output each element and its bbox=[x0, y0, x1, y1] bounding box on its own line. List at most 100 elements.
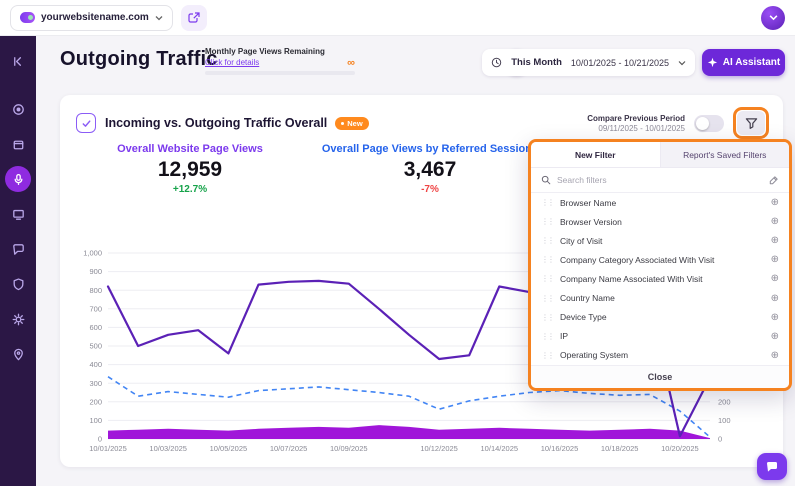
microphone-icon bbox=[11, 172, 26, 187]
quota-details-link[interactable]: Click for details bbox=[205, 58, 259, 67]
tab-saved-filters[interactable]: Report's Saved Filters bbox=[661, 142, 790, 167]
filter-item-country-name[interactable]: ⋮⋮Country Name⊕ bbox=[531, 289, 789, 308]
svg-text:10/14/2025: 10/14/2025 bbox=[481, 444, 519, 453]
page-title: Outgoing Traffic bbox=[60, 48, 218, 71]
sidebar-item-traffic-active[interactable] bbox=[5, 166, 31, 192]
drag-handle-icon[interactable]: ⋮⋮ bbox=[541, 236, 553, 245]
filter-item-company-name[interactable]: ⋮⋮Company Name Associated With Visit⊕ bbox=[531, 269, 789, 288]
filter-item-city-of-visit[interactable]: ⋮⋮City of Visit⊕ bbox=[531, 231, 789, 250]
drag-handle-icon[interactable]: ⋮⋮ bbox=[541, 274, 553, 283]
svg-text:400: 400 bbox=[89, 360, 102, 369]
stat-label: Overall Page Views by Referred Sessions bbox=[320, 143, 540, 155]
drag-handle-icon[interactable]: ⋮⋮ bbox=[541, 198, 553, 207]
svg-text:10/07/2025: 10/07/2025 bbox=[270, 444, 308, 453]
add-filter-icon[interactable]: ⊕ bbox=[771, 350, 779, 361]
filter-item-device-type[interactable]: ⋮⋮Device Type⊕ bbox=[531, 308, 789, 327]
stat-delta: +12.7% bbox=[60, 184, 320, 195]
stat-value: 3,467 bbox=[320, 158, 540, 182]
filter-item-company-category[interactable]: ⋮⋮Company Category Associated With Visit… bbox=[531, 250, 789, 269]
quota-widget: Monthly Page Views Remaining Click for d… bbox=[205, 47, 355, 75]
add-filter-icon[interactable]: ⊕ bbox=[771, 331, 779, 342]
sidebar bbox=[0, 36, 36, 486]
add-filter-icon[interactable]: ⊕ bbox=[771, 312, 779, 323]
search-filters-input[interactable] bbox=[557, 175, 762, 185]
chat-widget-button[interactable] bbox=[757, 453, 787, 480]
filter-tabs: New Filter Report's Saved Filters bbox=[531, 142, 789, 168]
add-filter-icon[interactable]: ⊕ bbox=[771, 254, 779, 265]
date-range-picker[interactable]: This Month 10/01/2025 - 10/21/2025 bbox=[482, 49, 695, 76]
svg-text:800: 800 bbox=[89, 286, 102, 295]
sidebar-item-chat[interactable] bbox=[5, 236, 31, 262]
compare-toggle[interactable] bbox=[694, 115, 724, 132]
monitor-icon bbox=[11, 207, 26, 222]
drag-handle-icon[interactable]: ⋮⋮ bbox=[541, 217, 553, 226]
gear-icon bbox=[11, 312, 26, 327]
chat-bubble-icon bbox=[765, 460, 779, 474]
sidebar-item-location[interactable] bbox=[5, 341, 31, 367]
filter-item-ip[interactable]: ⋮⋮IP⊕ bbox=[531, 327, 789, 346]
card-header: Incoming vs. Outgoing Traffic Overall Ne… bbox=[60, 95, 783, 139]
check-square-icon bbox=[76, 113, 96, 133]
map-pin-icon bbox=[11, 347, 26, 362]
sidebar-item-products[interactable] bbox=[5, 131, 31, 157]
add-filter-icon[interactable]: ⊕ bbox=[771, 235, 779, 246]
app-root: yourwebsitename.com Outgoing Traffic Mon… bbox=[0, 0, 795, 486]
add-filter-icon[interactable]: ⊕ bbox=[771, 197, 779, 208]
svg-text:0: 0 bbox=[98, 435, 102, 444]
drag-handle-icon[interactable]: ⋮⋮ bbox=[541, 255, 553, 264]
target-icon bbox=[11, 102, 26, 117]
add-filter-icon[interactable]: ⊕ bbox=[771, 216, 779, 227]
compare-previous-period: Compare Previous Period 09/11/2025 - 10/… bbox=[587, 114, 685, 133]
site-selector[interactable]: yourwebsitename.com bbox=[10, 5, 173, 31]
svg-text:900: 900 bbox=[89, 267, 102, 276]
user-avatar-menu[interactable] bbox=[761, 6, 785, 30]
svg-text:10/12/2025: 10/12/2025 bbox=[420, 444, 458, 453]
filter-item-browser-version[interactable]: ⋮⋮Browser Version⊕ bbox=[531, 212, 789, 231]
svg-text:10/05/2025: 10/05/2025 bbox=[210, 444, 248, 453]
site-name: yourwebsitename.com bbox=[41, 12, 149, 23]
filter-item-operating-system[interactable]: ⋮⋮Operating System⊕ bbox=[531, 346, 789, 365]
chevron-down-icon bbox=[678, 59, 686, 67]
drag-handle-icon[interactable]: ⋮⋮ bbox=[541, 332, 553, 341]
svg-text:0: 0 bbox=[718, 435, 722, 444]
sidebar-item-dashboard[interactable] bbox=[5, 96, 31, 122]
sidebar-item-monitor[interactable] bbox=[5, 201, 31, 227]
drag-handle-icon[interactable]: ⋮⋮ bbox=[541, 294, 553, 303]
ai-assistant-button[interactable]: AI Assistant bbox=[702, 49, 785, 76]
stat-label: Overall Website Page Views bbox=[60, 143, 320, 155]
box-icon bbox=[11, 137, 26, 152]
tab-new-filter[interactable]: New Filter bbox=[531, 142, 661, 167]
filter-item-browser-name[interactable]: ⋮⋮Browser Name⊕ bbox=[531, 193, 789, 212]
add-filter-icon[interactable]: ⊕ bbox=[771, 273, 779, 284]
stat-value: 12,959 bbox=[60, 158, 320, 182]
svg-text:700: 700 bbox=[89, 304, 102, 313]
drag-handle-icon[interactable]: ⋮⋮ bbox=[541, 313, 553, 322]
site-logo-icon bbox=[20, 12, 35, 23]
search-icon bbox=[541, 175, 551, 185]
sidebar-item-settings[interactable] bbox=[5, 306, 31, 332]
open-site-button[interactable] bbox=[181, 5, 207, 31]
collapse-sidebar-button[interactable] bbox=[5, 48, 31, 74]
new-badge: New bbox=[335, 117, 368, 130]
clear-search-icon[interactable] bbox=[768, 175, 779, 186]
funnel-icon bbox=[745, 117, 758, 130]
add-filter-icon[interactable]: ⊕ bbox=[771, 293, 779, 304]
external-link-icon bbox=[188, 12, 200, 24]
stat-delta: -7% bbox=[320, 184, 540, 195]
svg-text:10/01/2025: 10/01/2025 bbox=[89, 444, 127, 453]
svg-text:10/20/2025: 10/20/2025 bbox=[661, 444, 699, 453]
svg-text:10/18/2025: 10/18/2025 bbox=[601, 444, 639, 453]
sidebar-item-security[interactable] bbox=[5, 271, 31, 297]
filter-button[interactable] bbox=[737, 111, 765, 135]
stat-page-views: Overall Website Page Views 12,959 +12.7% bbox=[60, 137, 320, 195]
compare-label: Compare Previous Period bbox=[587, 114, 685, 123]
drag-handle-icon[interactable]: ⋮⋮ bbox=[541, 351, 553, 360]
clock-icon bbox=[491, 57, 502, 68]
shield-icon bbox=[11, 277, 26, 292]
chevron-down-icon bbox=[769, 13, 778, 22]
close-filter-panel-button[interactable]: Close bbox=[531, 365, 789, 388]
ai-assistant-label: AI Assistant bbox=[723, 57, 780, 68]
svg-text:100: 100 bbox=[718, 416, 731, 425]
card-title: Incoming vs. Outgoing Traffic Overall bbox=[105, 116, 327, 130]
filter-list: ⋮⋮Browser Name⊕ ⋮⋮Browser Version⊕ ⋮⋮Cit… bbox=[531, 193, 789, 365]
